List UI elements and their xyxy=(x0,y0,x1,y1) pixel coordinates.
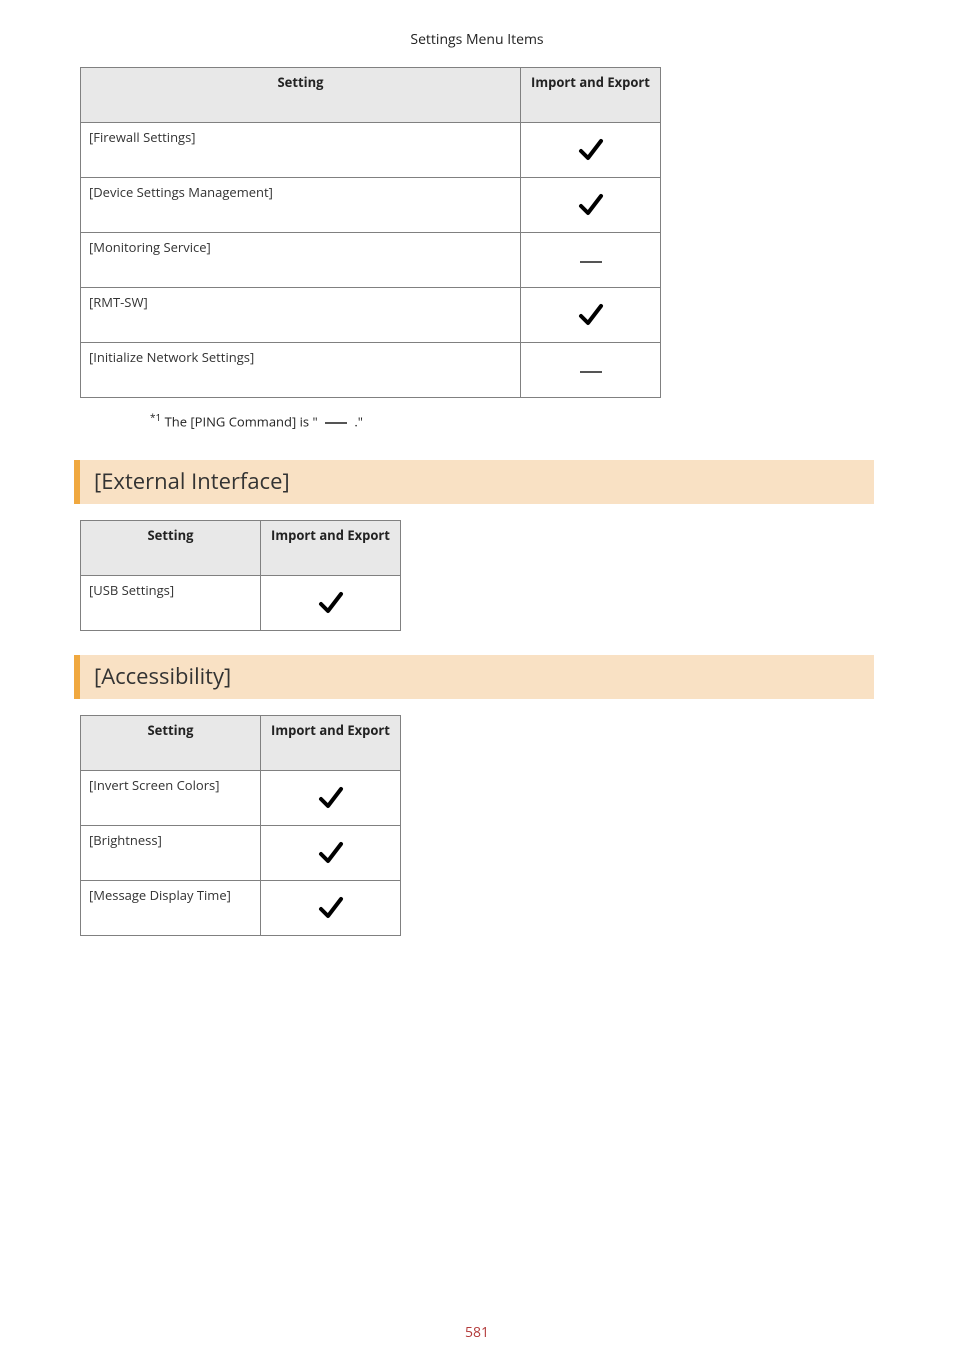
table-row: [Firewall Settings] xyxy=(81,123,661,178)
check-icon xyxy=(317,590,345,616)
status-cell xyxy=(521,233,661,288)
table-row: [Initialize Network Settings] xyxy=(81,343,661,398)
check-icon xyxy=(577,137,605,163)
table-row: [USB Settings] xyxy=(81,576,401,631)
table-header-row: Setting Import and Export xyxy=(81,68,661,123)
setting-label-cell: [Monitoring Service] xyxy=(81,233,521,288)
check-icon xyxy=(577,302,605,328)
col-status-header: Import and Export xyxy=(261,521,401,576)
setting-label-cell: [Firewall Settings] xyxy=(81,123,521,178)
status-cell xyxy=(261,576,401,631)
settings-table-3: Setting Import and Export [Invert Screen… xyxy=(80,715,401,936)
status-cell xyxy=(521,343,661,398)
setting-label-cell: [Invert Screen Colors] xyxy=(81,771,261,826)
setting-label-cell: [Message Display Time] xyxy=(81,881,261,936)
table-header-row: Setting Import and Export xyxy=(81,716,401,771)
section-accessibility: [Accessibility] xyxy=(74,655,874,699)
table-row: [Monitoring Service] xyxy=(81,233,661,288)
footnote-text-before: The [PING Command] is " xyxy=(161,412,321,430)
dash-icon xyxy=(580,261,602,263)
table1-body: [Firewall Settings][Device Settings Mana… xyxy=(81,123,661,398)
check-icon xyxy=(317,840,345,866)
status-cell xyxy=(261,881,401,936)
status-cell xyxy=(521,178,661,233)
setting-label-cell: [Initialize Network Settings] xyxy=(81,343,521,398)
col-status-header: Import and Export xyxy=(261,716,401,771)
col-setting-header: Setting xyxy=(81,521,261,576)
page-title: Settings Menu Items xyxy=(80,30,874,49)
dash-icon xyxy=(325,422,347,424)
footnote-marker: *1 xyxy=(150,410,161,424)
footnote-text-after: ." xyxy=(351,412,363,430)
check-icon xyxy=(317,895,345,921)
setting-label-cell: [USB Settings] xyxy=(81,576,261,631)
table-header-row: Setting Import and Export xyxy=(81,521,401,576)
status-cell xyxy=(261,771,401,826)
page-number: 581 xyxy=(0,1323,954,1342)
table-row: [RMT-SW] xyxy=(81,288,661,343)
col-setting-header: Setting xyxy=(81,716,261,771)
dash-icon xyxy=(580,371,602,373)
col-setting-header: Setting xyxy=(81,68,521,123)
status-cell xyxy=(521,288,661,343)
status-cell xyxy=(521,123,661,178)
table-row: [Brightness] xyxy=(81,826,401,881)
col-status-header: Import and Export xyxy=(521,68,661,123)
table2-body: [USB Settings] xyxy=(81,576,401,631)
check-icon xyxy=(577,192,605,218)
setting-label-cell: [Device Settings Management] xyxy=(81,178,521,233)
settings-table-2: Setting Import and Export [USB Settings] xyxy=(80,520,401,631)
table-row: [Invert Screen Colors] xyxy=(81,771,401,826)
table-row: [Message Display Time] xyxy=(81,881,401,936)
section-external-interface: [External Interface] xyxy=(74,460,874,504)
settings-table-1: Setting Import and Export [Firewall Sett… xyxy=(80,67,661,398)
setting-label-cell: [RMT-SW] xyxy=(81,288,521,343)
status-cell xyxy=(261,826,401,881)
setting-label-cell: [Brightness] xyxy=(81,826,261,881)
footnote: *1 The [PING Command] is " ." xyxy=(150,410,874,430)
table-row: [Device Settings Management] xyxy=(81,178,661,233)
table3-body: [Invert Screen Colors][Brightness][Messa… xyxy=(81,771,401,936)
check-icon xyxy=(317,785,345,811)
